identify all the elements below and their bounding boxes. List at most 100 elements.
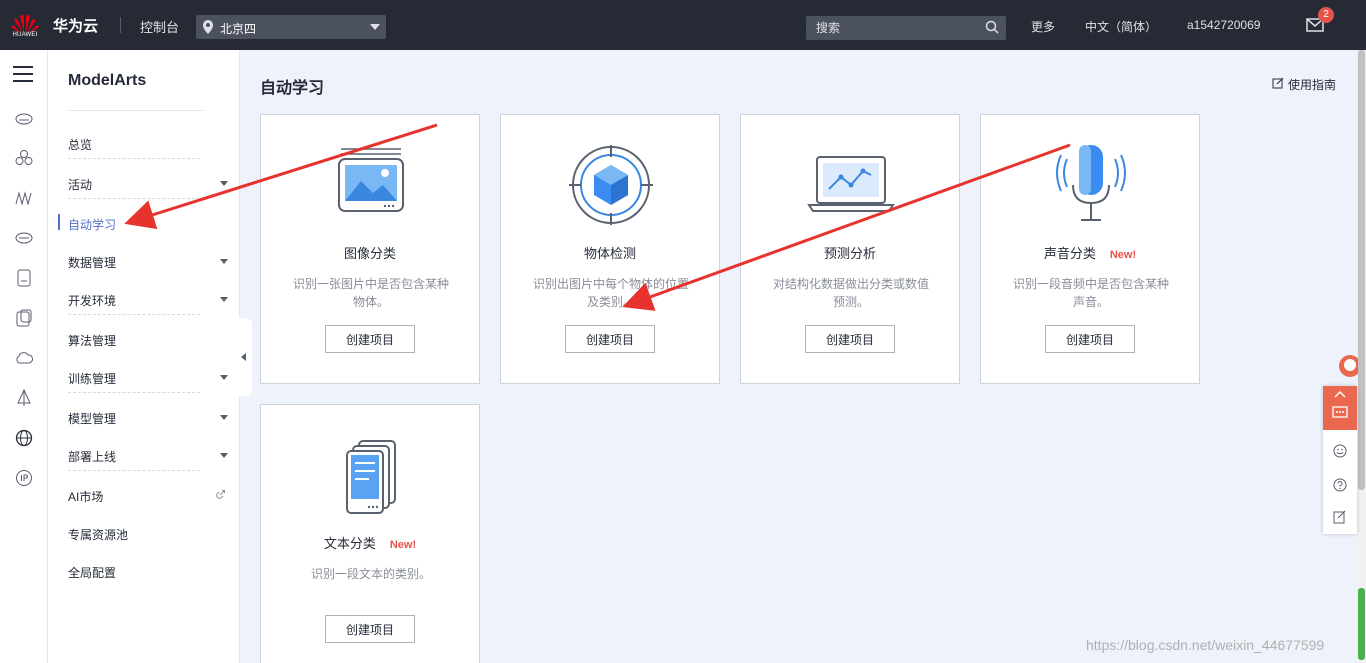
database-icon[interactable]	[14, 228, 34, 248]
card-predictive-analytics: 预测分析 对结构化数据做出分类或数值预测。 创建项目	[740, 114, 960, 384]
hamburger-menu-icon[interactable]	[13, 66, 33, 82]
cloud-icon[interactable]	[14, 348, 34, 368]
create-project-button[interactable]: 创建项目	[325, 325, 415, 353]
watermark-text: https://blog.csdn.net/weixin_44677599	[1086, 637, 1325, 653]
chevron-up-icon[interactable]	[1334, 390, 1346, 398]
sidebar-item-model-management[interactable]: 模型管理	[68, 404, 228, 430]
sidebar-item-global-config[interactable]: 全局配置	[68, 558, 228, 584]
floating-toolbar-header	[1323, 386, 1357, 430]
microphone-icon	[1056, 145, 1126, 221]
collapse-sidebar-button[interactable]	[238, 318, 252, 396]
card-title: 图像分类	[343, 246, 396, 261]
location-pin-icon	[203, 20, 213, 34]
card-image-classification: 图像分类 识别一张图片中是否包含某种物体。 创建项目	[260, 114, 480, 384]
document-icon[interactable]	[14, 268, 34, 288]
card-description: 识别出图片中每个物体的位置及类别。	[532, 277, 689, 309]
console-link[interactable]: 控制台	[140, 17, 179, 36]
storage-icon[interactable]	[14, 308, 34, 328]
card-description: 识别一段文本的类别。	[310, 567, 431, 581]
sidebar-item-training-management[interactable]: 训练管理	[68, 364, 228, 390]
more-menu[interactable]: 更多	[1031, 18, 1055, 35]
edit-note-icon[interactable]	[1333, 510, 1347, 524]
predictive-analytics-icon	[807, 156, 895, 212]
create-project-button[interactable]: 创建项目	[1045, 325, 1135, 353]
feedback-smile-icon[interactable]	[1333, 444, 1347, 458]
sidebar-item-activity[interactable]: 活动	[68, 170, 228, 196]
card-title: 文本分类 New!	[261, 533, 479, 552]
sidebar-item-label: 算法管理	[68, 334, 117, 348]
wave-service-icon[interactable]	[14, 188, 34, 208]
sidebar-item-algorithm-management[interactable]: 算法管理	[68, 326, 228, 352]
chevron-down-icon	[220, 453, 228, 458]
sidebar-item-label: 自动学习	[68, 218, 117, 232]
scrollbar-thumb[interactable]	[1358, 50, 1365, 490]
language-menu[interactable]: 中文（简体）	[1085, 18, 1157, 35]
sidebar-item-label: 活动	[68, 178, 93, 192]
card-description: 对结构化数据做出分类或数值预测。	[772, 277, 929, 309]
cluster-icon[interactable]	[14, 148, 34, 168]
card-title-text: 文本分类	[323, 536, 376, 551]
assistant-avatar-icon[interactable]	[1336, 354, 1358, 378]
service-icon-rail	[0, 50, 48, 663]
divider	[68, 110, 204, 111]
sidebar-item-label: 数据管理	[68, 256, 117, 270]
card-title: 预测分析	[823, 246, 876, 261]
region-value: 北京四	[220, 22, 257, 36]
sidebar-item-deployment[interactable]: 部署上线	[68, 442, 228, 468]
brand-name[interactable]: 华为云	[53, 15, 98, 36]
external-link-icon	[216, 490, 225, 499]
chevron-down-icon	[370, 24, 380, 30]
sidebar-item-label: 部署上线	[68, 450, 117, 464]
cloud-server-icon[interactable]	[14, 108, 34, 128]
sidebar-item-data-management[interactable]: 数据管理	[68, 248, 228, 274]
logo-text: HUAWEI	[12, 32, 38, 38]
create-project-button[interactable]: 创建项目	[325, 615, 415, 643]
search-icon[interactable]	[985, 20, 999, 34]
edit-icon	[1272, 77, 1284, 89]
user-menu[interactable]: a1542720069	[1187, 18, 1260, 32]
card-title: 声音分类 New!	[981, 243, 1199, 262]
new-badge: New!	[389, 539, 417, 551]
chevron-down-icon	[220, 259, 228, 264]
object-detection-icon	[569, 145, 653, 225]
card-title: 物体检测	[583, 246, 636, 261]
sidebar-item-auto-learning[interactable]: 自动学习	[58, 210, 228, 236]
divider	[68, 198, 200, 199]
top-bar: HUAWEI 华为云 控制台 北京四 更多 中文（简体） a1542720069…	[0, 0, 1366, 50]
sidebar-nav: ModelArts 总览 活动 自动学习 数据管理 开发环境 算法管理 训练管理…	[48, 50, 240, 663]
service-title: ModelArts	[68, 72, 147, 89]
user-guide-link[interactable]: 使用指南	[1288, 76, 1336, 93]
region-select[interactable]: 北京四	[196, 15, 386, 39]
sidebar-item-label: 训练管理	[68, 372, 117, 386]
card-sound-classification: 声音分类 New! 识别一段音频中是否包含某种声音。 创建项目	[980, 114, 1200, 384]
sidebar-item-ai-market[interactable]: AI市场	[68, 482, 228, 508]
sidebar-item-overview[interactable]: 总览	[68, 130, 228, 156]
globe-icon[interactable]	[14, 428, 34, 448]
sidebar-item-label: AI市场	[68, 490, 104, 504]
create-project-button[interactable]: 创建项目	[565, 325, 655, 353]
mail-count-badge: 2	[1318, 7, 1334, 23]
divider	[68, 158, 200, 159]
card-object-detection: 物体检测 识别出图片中每个物体的位置及类别。 创建项目	[500, 114, 720, 384]
chevron-down-icon	[220, 181, 228, 186]
sidebar-item-label: 专属资源池	[68, 528, 129, 542]
create-project-button[interactable]: 创建项目	[805, 325, 895, 353]
help-icon[interactable]	[1333, 478, 1347, 492]
main-content: 自动学习 使用指南 图像分类 识别一张图片中是否包含某种物体。 创建项目 物体检…	[241, 50, 1356, 663]
search-input[interactable]	[806, 16, 1006, 40]
sidebar-item-label: 模型管理	[68, 412, 117, 426]
sidebar-item-label: 总览	[68, 138, 93, 152]
floating-toolbar	[1323, 386, 1357, 534]
ip-icon[interactable]	[14, 468, 34, 488]
deploy-icon[interactable]	[14, 388, 34, 408]
card-description: 识别一段音频中是否包含某种声音。	[1012, 277, 1169, 309]
sidebar-item-dev-environment[interactable]: 开发环境	[68, 286, 228, 312]
card-title-text: 声音分类	[1043, 246, 1096, 261]
sidebar-item-label: 全局配置	[68, 566, 117, 580]
chevron-down-icon	[220, 375, 228, 380]
new-badge: New!	[1109, 249, 1137, 261]
sidebar-item-dedicated-pool[interactable]: 专属资源池	[68, 520, 228, 546]
chat-icon[interactable]	[1332, 406, 1348, 420]
image-classification-icon	[338, 148, 404, 212]
chevron-down-icon	[220, 297, 228, 302]
